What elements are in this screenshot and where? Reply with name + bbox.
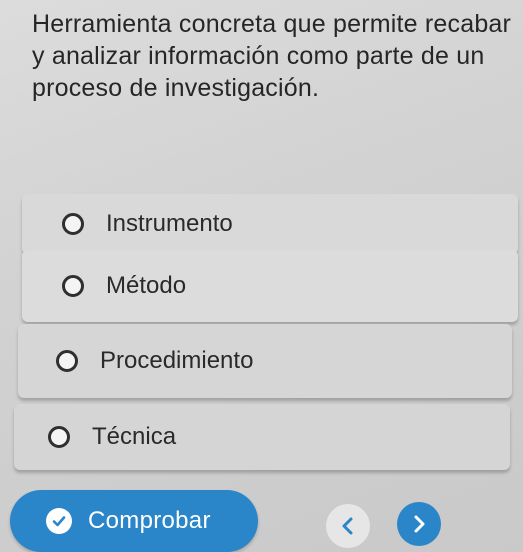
previous-button[interactable]: [326, 504, 370, 548]
check-button[interactable]: Comprobar: [10, 490, 258, 552]
option-metodo[interactable]: Método: [22, 250, 518, 322]
radio-button[interactable]: [56, 350, 78, 372]
option-label: Procedimiento: [100, 347, 254, 374]
option-procedimiento[interactable]: Procedimiento: [18, 324, 512, 398]
option-label: Método: [106, 272, 187, 299]
next-button[interactable]: [397, 502, 441, 546]
check-button-label: Comprobar: [88, 507, 211, 534]
radio-button[interactable]: [48, 426, 70, 448]
option-label: Instrumento: [106, 210, 233, 237]
option-tecnica[interactable]: Técnica: [14, 404, 510, 470]
option-label: Técnica: [92, 423, 177, 450]
option-instrumento[interactable]: Instrumento: [22, 194, 518, 254]
check-circle-icon: [46, 508, 72, 534]
radio-button[interactable]: [62, 275, 84, 297]
question-text: Herramienta concreta que permite recabar…: [32, 10, 512, 102]
chevron-left-icon: [342, 517, 353, 535]
radio-button[interactable]: [62, 213, 84, 235]
chevron-right-icon: [414, 515, 425, 533]
